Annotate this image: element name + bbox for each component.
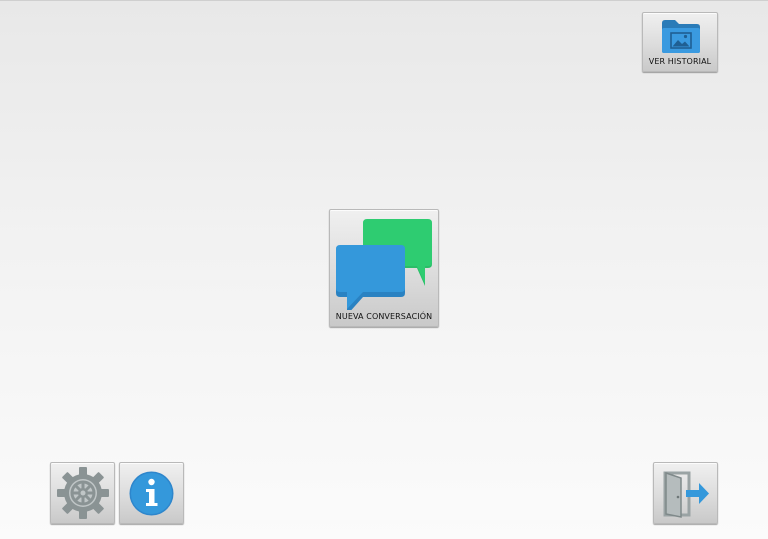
chat-bubbles-icon — [336, 219, 432, 310]
gear-icon — [57, 467, 109, 519]
top-divider — [0, 0, 768, 1]
exit-door-icon — [663, 471, 709, 518]
info-icon — [129, 471, 174, 516]
exit-button[interactable] — [653, 462, 718, 524]
new-conversation-label: NUEVA CONVERSACIÓN — [335, 312, 433, 321]
view-history-button[interactable]: VER HISTORIAL — [642, 12, 718, 72]
view-history-label: VER HISTORIAL — [648, 57, 712, 66]
folder-image-icon — [662, 20, 700, 53]
info-button[interactable] — [119, 462, 184, 524]
new-conversation-button[interactable]: NUEVA CONVERSACIÓN — [329, 209, 439, 327]
settings-button[interactable] — [50, 462, 115, 524]
